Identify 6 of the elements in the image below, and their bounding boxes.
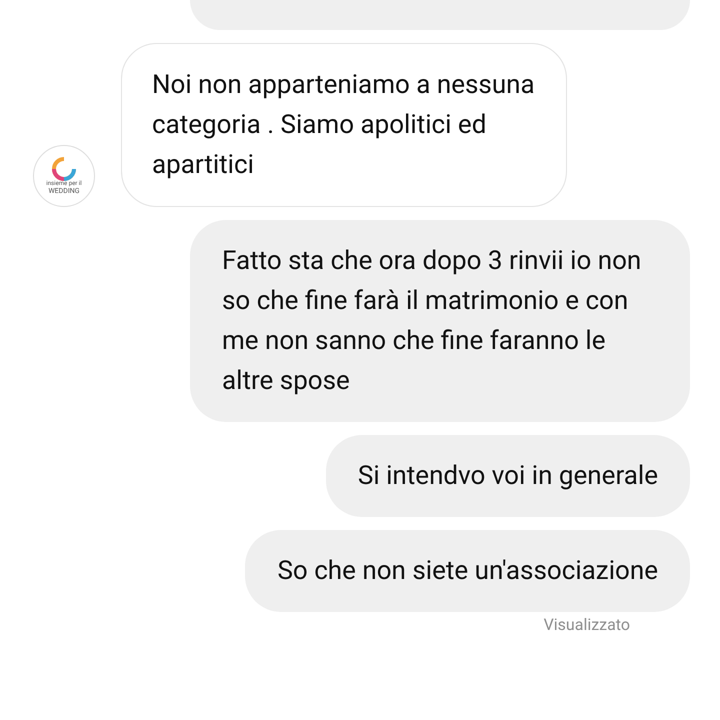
logo-icon (51, 157, 77, 181)
message-bubble: Fatto sta che ora dopo 3 rinvii io non so che fine farà il matrimonio e con me non sanno che fine faranno le altre spose (190, 220, 690, 422)
seen-status: Visualizzato (544, 616, 630, 634)
message-bubble: Noi non apparteniamo a nessuna categoria . Siamo apolitici ed apartitici (121, 43, 567, 207)
message-bubble: Si intendvo voi in generale (326, 435, 690, 517)
message-bubble: So che non siete un'associazione (245, 530, 690, 612)
